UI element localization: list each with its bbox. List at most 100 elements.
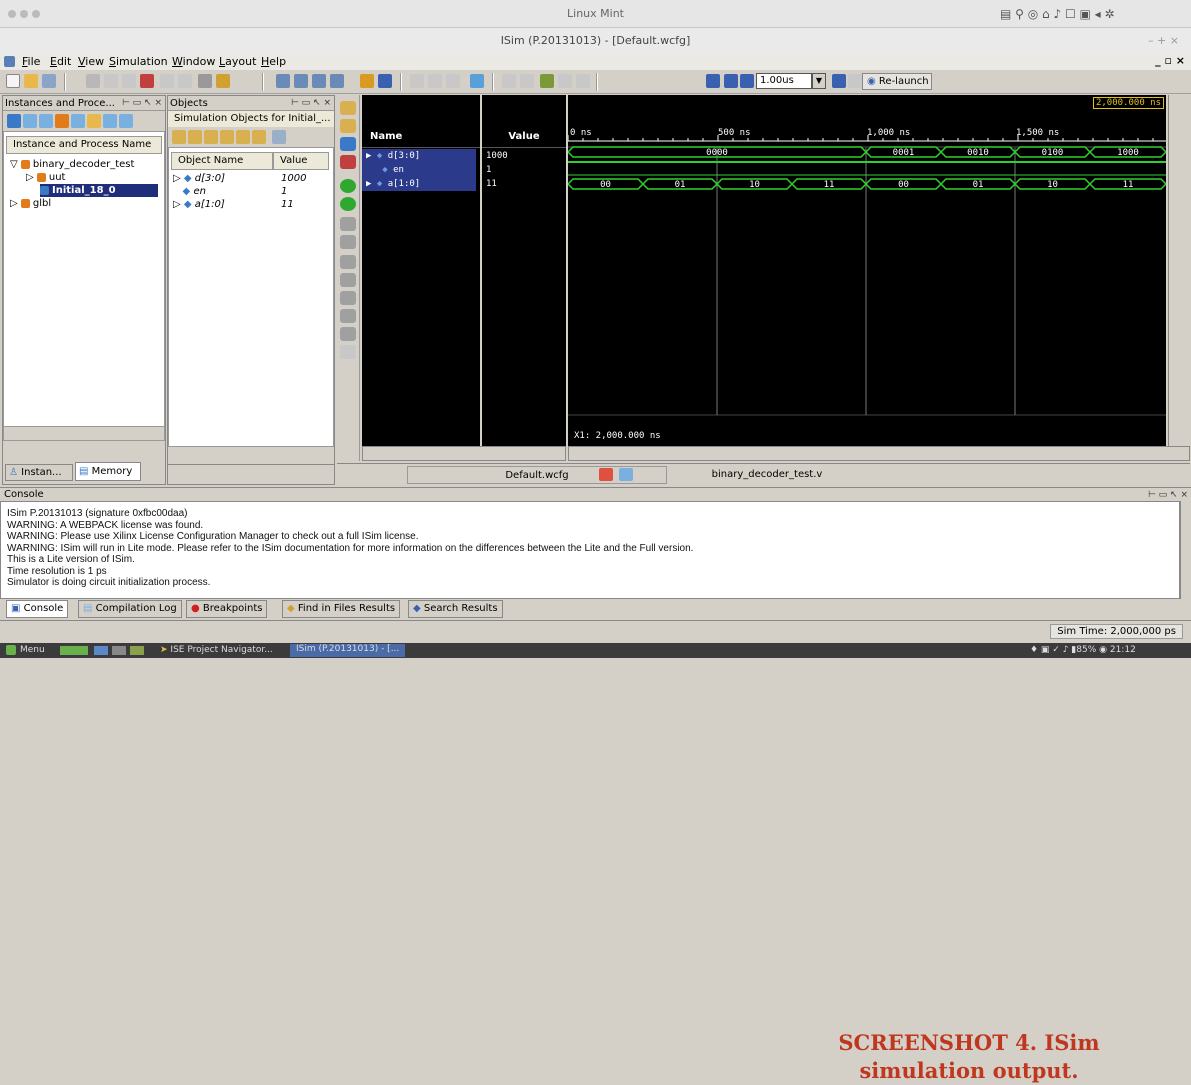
break-icon[interactable] [848, 74, 862, 88]
zoom-in-icon[interactable] [340, 101, 356, 115]
mint-menu-icon[interactable] [6, 645, 16, 655]
instance-tool-icon[interactable] [7, 114, 21, 128]
relaunch-button[interactable]: ◉ Re-launch [862, 73, 932, 90]
horizontal-scrollbar[interactable] [168, 464, 334, 481]
task-ise[interactable]: ➤ ISE Project Navigator... [160, 645, 273, 655]
tab-source-file[interactable]: binary_decoder_test.v [637, 466, 897, 484]
instances-column-header[interactable]: Instance and Process Name [6, 136, 162, 154]
wave-scrollbar[interactable] [568, 446, 1190, 461]
tab-search-results[interactable]: ◆ Search Results [408, 600, 503, 618]
app-icon[interactable] [4, 56, 15, 67]
file-icon[interactable] [619, 468, 633, 481]
tray-icons[interactable]: ▤ ⚲ ◎ ⌂ ♪ ☐ ▣ ◂ ✲ [1000, 7, 1115, 21]
wave-signal-a[interactable]: ▶ ◆ a[1:0] [362, 177, 476, 191]
step-into-icon[interactable] [558, 74, 572, 88]
marker-next-icon[interactable] [446, 74, 460, 88]
delete-icon[interactable] [140, 74, 154, 88]
step-out-icon[interactable] [576, 74, 590, 88]
floating-ruler-icon[interactable] [340, 345, 356, 359]
instance-tool-icon[interactable] [103, 114, 117, 128]
files-icon[interactable] [130, 646, 144, 655]
search-icon[interactable] [272, 130, 286, 144]
tab-compilation-log[interactable]: ▤ Compilation Log [78, 600, 182, 618]
go-start-icon[interactable] [340, 179, 356, 193]
panel-controls-icon[interactable]: ⊢ ▭ ↖ × [1148, 488, 1188, 502]
zoom-cursor-icon[interactable] [340, 155, 356, 169]
tab-instances[interactable]: ♙ Instan... [5, 464, 73, 481]
save-icon[interactable] [42, 74, 56, 88]
next-transition-icon[interactable] [340, 235, 356, 249]
paste-icon[interactable] [122, 74, 136, 88]
next-marker-icon[interactable] [340, 291, 356, 305]
tree-item-binary-decoder-test[interactable]: ▽ binary_decoder_test [4, 158, 164, 171]
help-icon[interactable] [378, 74, 392, 88]
filter-internal-icon[interactable] [220, 130, 234, 144]
add-marker-icon[interactable] [340, 255, 356, 269]
waveform-pane[interactable]: 0000 0001 0010 0100 1000 00 01 10 11 00 01 10 11 0 … [568, 95, 1166, 461]
prev-transition-icon[interactable] [340, 217, 356, 231]
redo-icon[interactable] [178, 74, 192, 88]
run-for-icon[interactable] [740, 74, 754, 88]
open-folder-icon[interactable] [24, 74, 38, 88]
restart-sim-icon[interactable] [706, 74, 720, 88]
instance-tool-icon[interactable] [87, 114, 101, 128]
zoom-fit-icon[interactable] [470, 74, 484, 88]
window-controls[interactable]: – + × [1148, 34, 1179, 47]
mdi-controls[interactable]: _ ▫ × [1155, 54, 1185, 67]
copy-icon[interactable] [104, 74, 118, 88]
menu-help[interactable]: Help [261, 55, 286, 68]
table-row[interactable]: ▷ ◆ d[3:0] 1000 [173, 172, 331, 185]
step-over-icon[interactable] [520, 74, 534, 88]
tab-console[interactable]: ▣ Console [6, 600, 69, 618]
instance-tool-icon[interactable] [71, 114, 85, 128]
undo-icon[interactable] [160, 74, 174, 88]
filter-input-icon[interactable] [172, 130, 186, 144]
menu-simulation[interactable]: Simulation [109, 55, 168, 68]
wave-col-value[interactable]: Value [482, 126, 566, 148]
tree-item-initial[interactable]: Initial_18_0 [40, 184, 158, 197]
wave-signal-d[interactable]: ▶ ◆ d[3:0] [362, 149, 476, 163]
menu-view[interactable]: View [78, 55, 104, 68]
horizontal-scrollbar[interactable] [4, 426, 164, 440]
close-icon[interactable] [599, 468, 613, 481]
zoom-out-icon[interactable] [340, 119, 356, 133]
new-file-icon[interactable] [6, 74, 20, 88]
menu-window[interactable]: Window [172, 55, 215, 68]
tile-icon[interactable] [312, 74, 326, 88]
run-time-input[interactable]: 1.00us [756, 73, 812, 89]
go-end-icon[interactable] [340, 197, 356, 211]
instance-tool-icon[interactable] [39, 114, 53, 128]
objects-col-value[interactable]: Value [273, 152, 329, 170]
menu-edit[interactable]: Edit [50, 55, 71, 68]
names-scrollbar[interactable] [362, 446, 566, 461]
cascade-icon[interactable] [294, 74, 308, 88]
restart-icon[interactable] [540, 74, 554, 88]
step-icon[interactable] [502, 74, 516, 88]
marker-icon[interactable] [410, 74, 424, 88]
tab-memory[interactable]: ▤ Memory [75, 462, 141, 481]
filter-variable-icon[interactable] [252, 130, 266, 144]
tray-status-icons[interactable]: ♦ ▣ ✓ ♪ ▮85% ◉ 21:12 [1030, 645, 1136, 655]
panel-controls-icon[interactable]: ⊢ ▭ ↖ × [291, 96, 331, 111]
swap-cursors-icon[interactable] [340, 309, 356, 323]
menu-file[interactable]: File [22, 55, 40, 68]
table-row[interactable]: ◆ en 1 [173, 185, 331, 198]
tab-find-in-files[interactable]: ◆ Find in Files Results [282, 600, 401, 618]
panel-controls-icon[interactable]: ⊢ ▭ ↖ × [122, 96, 162, 111]
filter-constant-icon[interactable] [236, 130, 250, 144]
step-time-icon[interactable] [832, 74, 846, 88]
tree-item-uut[interactable]: ▷ uut [4, 171, 164, 184]
run-all-icon[interactable] [724, 74, 738, 88]
zoom-full-icon[interactable] [340, 137, 356, 151]
tab-breakpoints[interactable]: ● Breakpoints [186, 600, 268, 618]
find-in-files-icon[interactable] [216, 74, 230, 88]
tile-vertical-icon[interactable] [330, 74, 344, 88]
tree-item-glbl[interactable]: ▷ glbl [4, 197, 164, 210]
table-row[interactable]: ▷ ◆ a[1:0] 11 [173, 198, 331, 211]
console-output[interactable]: ISim P.20131013 (signature 0xfbc00daa) W… [0, 501, 1180, 1083]
filter-output-icon[interactable] [188, 130, 202, 144]
window-layout-icon[interactable] [276, 74, 290, 88]
chevron-down-icon[interactable]: ▼ [812, 73, 826, 89]
wand-icon[interactable] [360, 74, 374, 88]
wave-signal-en[interactable]: ◆ en [362, 163, 476, 177]
